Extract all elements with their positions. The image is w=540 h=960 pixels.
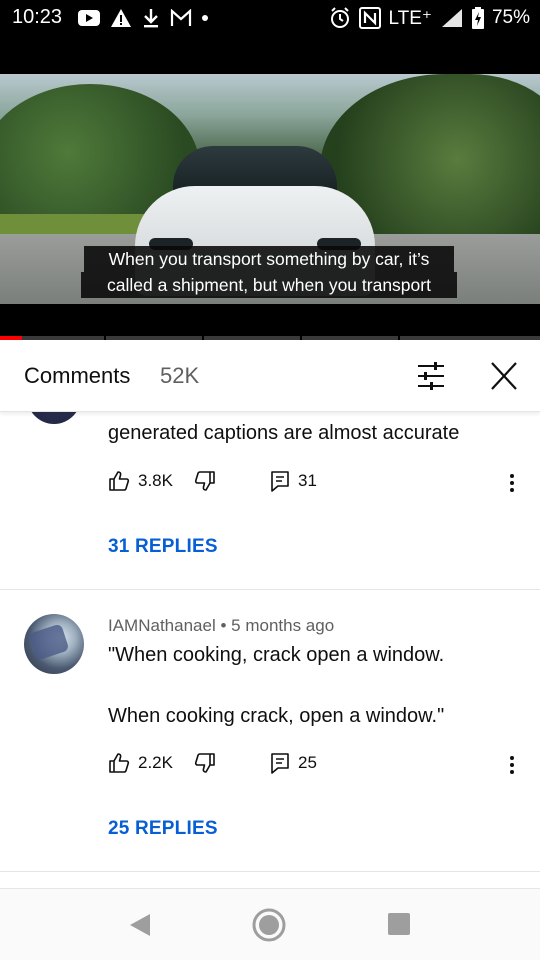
comment-meta: IAMNathanael • 5 months ago — [108, 616, 334, 636]
reply-icon — [271, 471, 289, 492]
avatar[interactable] — [24, 614, 84, 674]
view-replies-button[interactable]: 25 REPLIES — [108, 818, 218, 840]
system-status: LTE⁺ 75% — [329, 6, 530, 30]
download-icon — [144, 9, 158, 28]
recents-icon[interactable] — [388, 913, 410, 935]
comment-time: 5 months ago — [231, 616, 335, 635]
avatar[interactable] — [26, 412, 82, 424]
thumbs-down-icon — [194, 753, 215, 773]
thumbs-up-icon — [109, 753, 130, 773]
notification-icons — [78, 6, 208, 30]
alert-icon — [111, 9, 131, 27]
thumbs-down-icon — [194, 471, 215, 491]
comment-divider — [0, 871, 540, 872]
status-bar: 10:23 LTE⁺ 75% — [0, 0, 540, 36]
comment-text-line-2: When cooking crack, open a window." — [108, 705, 445, 727]
comments-header: Comments 52K — [0, 340, 540, 412]
comment-text: generated captions are almost accurate — [108, 422, 460, 444]
caption-line-1: When you transport something by car, it’… — [84, 246, 454, 272]
caption-line-2: called a shipment, but when you transpor… — [81, 272, 457, 298]
reply-button[interactable]: 25 — [270, 752, 317, 774]
more-options-icon[interactable] — [504, 470, 520, 496]
dislike-button[interactable] — [194, 470, 216, 492]
alarm-icon — [330, 7, 349, 28]
view-replies-button[interactable]: 31 REPLIES — [108, 536, 218, 558]
battery-level: 75% — [491, 7, 530, 28]
signal-icon — [441, 9, 462, 27]
more-options-icon[interactable] — [504, 752, 520, 778]
meta-separator: • — [220, 616, 227, 635]
battery-icon — [471, 7, 484, 29]
like-button[interactable]: 2.2K — [108, 752, 173, 774]
filter-sliders-icon[interactable] — [412, 358, 450, 394]
reply-count: 31 — [298, 471, 317, 490]
thumbs-up-icon — [109, 471, 130, 491]
back-icon[interactable] — [128, 913, 152, 937]
home-icon[interactable] — [252, 908, 286, 942]
close-icon[interactable] — [484, 358, 524, 394]
nfc-icon — [358, 7, 381, 29]
comments-count: 52K — [160, 363, 200, 388]
reply-button[interactable]: 31 — [270, 470, 317, 492]
reply-icon — [271, 753, 289, 774]
dislike-button[interactable] — [194, 752, 216, 774]
dot-icon — [202, 15, 208, 21]
comment-divider — [0, 589, 540, 590]
youtube-icon — [78, 10, 100, 26]
comments-title: Comments — [24, 363, 131, 388]
gmail-icon — [170, 9, 192, 26]
network-type: LTE⁺ — [388, 7, 432, 29]
status-time: 10:23 — [12, 6, 63, 28]
video-player[interactable]: When you transport something by car, it’… — [0, 36, 540, 340]
comments-list[interactable]: generated captions are almost accurate 3… — [0, 412, 540, 888]
system-nav-bar — [0, 888, 540, 960]
reply-count: 25 — [298, 753, 317, 772]
comment-author[interactable]: IAMNathanael — [108, 616, 216, 635]
like-count: 2.2K — [138, 753, 173, 772]
like-count: 3.8K — [138, 471, 173, 490]
like-button[interactable]: 3.8K — [108, 470, 173, 492]
comment-text-line-1: "When cooking, crack open a window. — [108, 644, 445, 666]
